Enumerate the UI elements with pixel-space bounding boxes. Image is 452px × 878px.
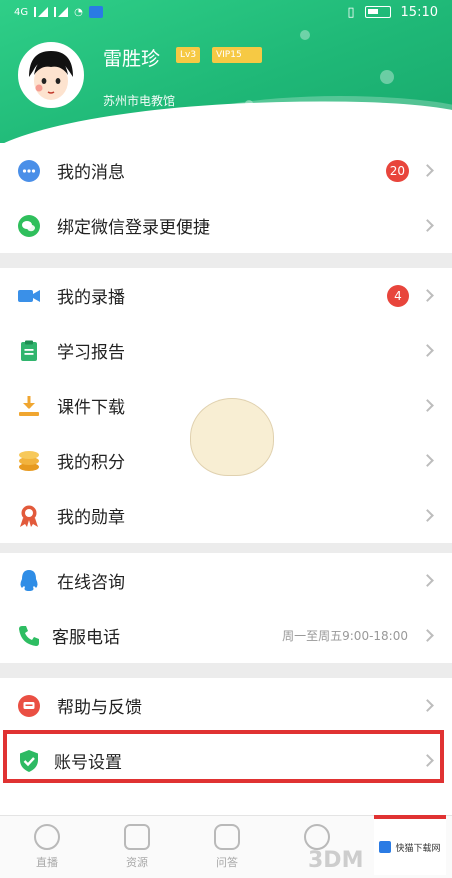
chevron-right-icon [421,454,434,467]
tab-label: 直播 [36,856,58,869]
menu-item-account-settings[interactable]: 账号设置 [0,733,452,788]
document-icon [124,824,150,850]
wechat-icon [17,214,41,238]
coins-stack-icon [17,449,41,473]
watermark-brand: 3DM [308,848,364,873]
video-camera-icon [17,284,41,308]
menu-section-support: 在线咨询 客服电话 周一至周五9:00-18:00 [0,553,452,663]
mascot-watermark [190,398,274,476]
tab-label: 资源 [126,856,148,869]
service-hours: 周一至周五9:00-18:00 [282,629,408,643]
question-icon [214,824,240,850]
menu-item-label: 我的消息 [57,163,125,183]
chevron-right-icon [421,754,434,767]
user-name: 雷胜珍 [103,48,161,70]
menu-item-label: 我的勋章 [57,508,125,528]
watermark-logo: 快猫下载网 [374,815,446,875]
menu-item-label: 课件下载 [57,398,125,418]
menu-item-messages[interactable]: 我的消息 20 [0,143,452,198]
organization-label: 苏州市电教馆 [103,94,176,108]
unread-count-badge: 20 [385,159,409,182]
app-notification-icon [88,6,103,18]
menu-section-account: 帮助与反馈 账号设置 设置 [0,678,452,828]
feedback-chat-icon [17,694,41,718]
signal-label: 4G [14,6,29,18]
chevron-right-icon [421,219,434,232]
vip-badge: VIP15 [212,47,262,63]
signal-icon-2 [54,7,69,17]
cartoon-avatar-icon [21,45,81,105]
chevron-right-icon [421,509,434,522]
clock: 15:10 [400,4,438,20]
tab-live[interactable]: 直播 [17,824,77,870]
recording-count-badge: 4 [387,284,409,307]
chevron-right-icon [421,699,434,712]
medal-icon [17,504,41,528]
clipboard-report-icon [17,339,41,363]
menu-item-label: 我的积分 [57,453,125,473]
battery-icon [364,6,391,18]
chevron-right-icon [421,574,434,587]
download-icon [17,394,41,418]
menu-item-label: 在线咨询 [57,573,125,593]
tab-label: 问答 [216,856,238,869]
menu-section-messages: 我的消息 20 绑定微信登录更便捷 [0,143,452,253]
decorative-dot [245,100,253,108]
menu-item-label: 学习报告 [57,343,125,363]
chevron-right-icon [421,344,434,357]
qq-penguin-icon [17,569,41,593]
play-icon [34,824,60,850]
decorative-dot [380,70,394,84]
menu-item-bind-wechat[interactable]: 绑定微信登录更便捷 [0,198,452,253]
user-icon [304,824,330,850]
level-badge: Lv3 [176,47,201,63]
menu-item-medals[interactable]: 我的勋章 [0,488,452,543]
watermark-site: 快猫下载网 [395,843,441,854]
menu-item-label: 客服电话 [52,628,120,648]
menu-item-help-feedback[interactable]: 帮助与反馈 [0,678,452,733]
menu-item-customer-service[interactable]: 客服电话 周一至周五9:00-18:00 [0,608,452,663]
signal-icon [34,7,49,17]
message-bubble-icon [17,159,41,183]
menu-item-label: 我的录播 [57,288,125,308]
vibrate-icon: ▯ [347,4,355,20]
chevron-right-icon [421,164,434,177]
menu-item-recordings[interactable]: 我的录播 4 [0,268,452,323]
tab-resources[interactable]: 资源 [107,824,167,870]
tab-qa[interactable]: 问答 [197,824,257,870]
chevron-right-icon [421,399,434,412]
avatar[interactable] [18,42,84,108]
wifi-icon: ◔ [74,6,83,18]
menu-item-online-consult[interactable]: 在线咨询 [0,553,452,608]
phone-icon [17,624,41,648]
chevron-right-icon [421,629,434,642]
menu-item-label: 绑定微信登录更便捷 [57,218,210,238]
menu-item-label: 帮助与反馈 [57,698,142,718]
menu-item-study-report[interactable]: 学习报告 [0,323,452,378]
menu-item-label: 账号设置 [54,753,122,773]
status-bar: 4G ◔ ▯ 15:10 [0,0,452,24]
shield-check-icon [17,749,41,773]
decorative-dot [300,30,310,40]
watermark-logo-icon [379,841,392,853]
chevron-right-icon [421,289,434,302]
